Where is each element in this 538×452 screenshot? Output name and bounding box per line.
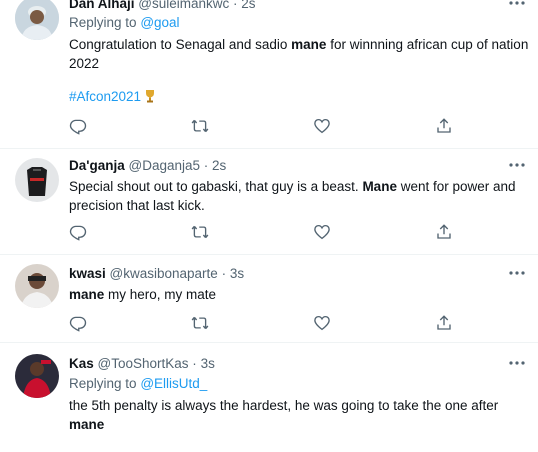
tweet-header: Dan Alhaji @suleimankwc · 2s (69, 0, 256, 11)
text-part: Special shout out to gabaski, that guy i… (69, 179, 363, 194)
like-icon (314, 315, 330, 331)
text-part: my hero, my mate (104, 287, 217, 302)
author-handle[interactable]: @Daganja5 (129, 158, 201, 173)
reply-button[interactable] (69, 314, 87, 332)
replying-to-link[interactable]: @EllisUtd_ (140, 376, 207, 391)
reply-button[interactable] (69, 223, 87, 241)
text-part: Congratulation to Senagal and sadio (69, 37, 292, 52)
author-name[interactable]: kwasi (69, 266, 106, 281)
replying-to: Replying to @EllisUtd_ (69, 376, 207, 391)
author-handle[interactable]: @kwasibonaparte (110, 266, 218, 281)
share-button[interactable] (435, 314, 453, 332)
replying-to: Replying to @goal (69, 15, 180, 30)
more-icon[interactable] (508, 270, 526, 276)
tweet[interactable]: kwasi @kwasibonaparte · 3s mane my hero,… (0, 254, 538, 343)
more-icon[interactable] (508, 0, 526, 6)
keyword: mane (291, 37, 327, 52)
retweet-button[interactable] (191, 314, 209, 332)
share-button[interactable] (435, 117, 453, 135)
tweet-actions (69, 117, 459, 135)
keyword: mane (69, 287, 105, 302)
reply-button[interactable] (69, 117, 87, 135)
author-name[interactable]: Da'ganja (69, 158, 125, 173)
retweet-button[interactable] (191, 117, 209, 135)
trophy-emoji-icon (145, 89, 155, 103)
timestamp[interactable]: 3s (201, 356, 215, 371)
share-icon (437, 118, 451, 133)
avatar[interactable] (15, 264, 59, 308)
timestamp[interactable]: 3s (230, 266, 244, 281)
like-icon (314, 118, 330, 134)
replying-to-label: Replying to (69, 15, 137, 30)
replying-to-link[interactable]: @goal (140, 15, 179, 30)
reply-icon (69, 316, 87, 332)
timestamp[interactable]: 2s (241, 0, 255, 11)
avatar[interactable] (15, 354, 59, 398)
tweet-actions (69, 314, 459, 332)
retweet-icon (191, 316, 209, 330)
replying-to-label: Replying to (69, 376, 137, 391)
tweet-text: Congratulation to Senagal and sadio mane… (69, 35, 529, 73)
separator: · (203, 158, 209, 173)
keyword: mane (69, 417, 105, 432)
tweet-hashtag-line: #Afcon2021 (69, 87, 529, 106)
avatar[interactable] (15, 158, 59, 202)
retweet-icon (191, 225, 209, 239)
hashtag-link[interactable]: #Afcon2021 (69, 89, 141, 104)
tweet-text: Special shout out to gabaski, that guy i… (69, 177, 529, 215)
like-icon (314, 224, 330, 240)
reply-icon (69, 119, 87, 135)
author-handle[interactable]: @suleimankwc (138, 0, 229, 11)
tweet-text: mane my hero, my mate (69, 285, 529, 304)
more-icon[interactable] (508, 162, 526, 168)
more-icon[interactable] (508, 360, 526, 366)
tweet[interactable]: Da'ganja @Daganja5 · 2s Special shout ou… (0, 148, 538, 255)
share-icon (437, 224, 451, 239)
share-button[interactable] (435, 223, 453, 241)
like-button[interactable] (313, 314, 331, 332)
timestamp[interactable]: 2s (212, 158, 226, 173)
like-button[interactable] (313, 223, 331, 241)
author-name[interactable]: Kas (69, 356, 94, 371)
like-button[interactable] (313, 117, 331, 135)
separator: · (192, 356, 197, 371)
tweet-actions (69, 223, 459, 241)
avatar[interactable] (15, 0, 59, 40)
tweet[interactable]: Kas @TooShortKas · 3s Replying to @Ellis… (0, 342, 538, 452)
author-handle[interactable]: @TooShortKas (98, 356, 189, 371)
author-name[interactable]: Dan Alhaji (69, 0, 135, 11)
retweet-button[interactable] (191, 223, 209, 241)
separator: · (221, 266, 227, 281)
tweet-text: the 5th penalty is always the hardest, h… (69, 396, 529, 434)
tweet-header: Kas @TooShortKas · 3s (69, 356, 215, 371)
text-part: the 5th penalty is always the hardest, h… (69, 398, 499, 413)
keyword: Mane (362, 179, 397, 194)
separator: · (233, 0, 238, 11)
tweet-header: kwasi @kwasibonaparte · 3s (69, 266, 244, 281)
tweet[interactable]: Dan Alhaji @suleimankwc · 2s Replying to… (0, 0, 538, 149)
retweet-icon (191, 119, 209, 133)
share-icon (437, 315, 451, 330)
tweet-header: Da'ganja @Daganja5 · 2s (69, 158, 226, 173)
reply-icon (69, 225, 87, 241)
